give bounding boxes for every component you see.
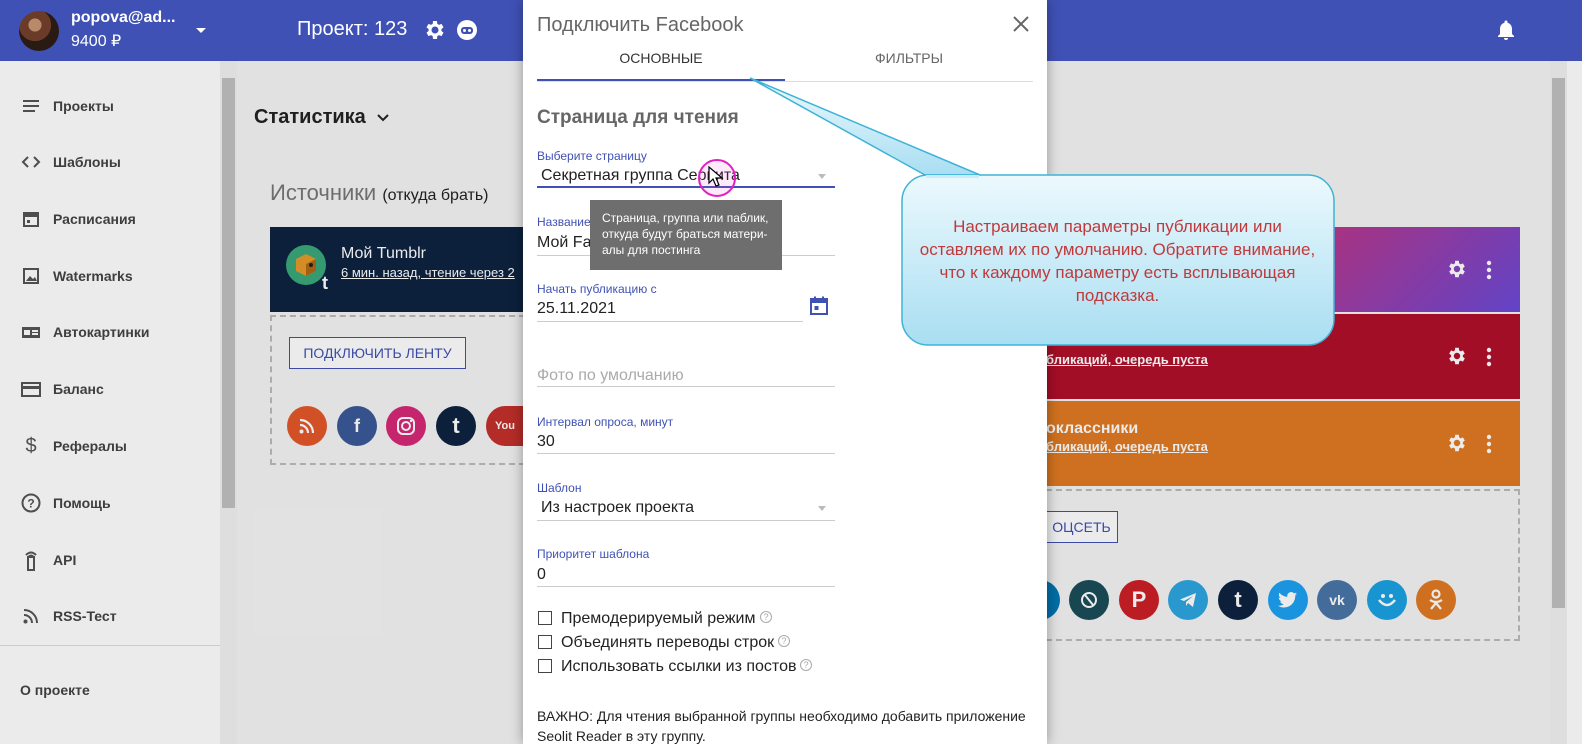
user-balance: 9400 ₽ [71, 33, 122, 50]
callout-text: Настраиваем параметры публикации или ост… [919, 217, 1316, 305]
template-label: Шаблон [537, 481, 582, 495]
chevron-down-icon[interactable] [193, 22, 209, 38]
close-icon[interactable] [1011, 14, 1031, 34]
start-date-field[interactable]: 25.11.2021 [537, 300, 616, 318]
help-icon[interactable]: ? [760, 611, 772, 623]
page-select-label: Выберите страницу [537, 149, 647, 163]
interval-label: Интервал опроса, минут [537, 415, 674, 429]
help-icon[interactable]: ? [800, 659, 812, 671]
priority-field[interactable]: 0 [537, 566, 546, 584]
tab-filters[interactable]: ФИЛЬТРЫ [785, 50, 1033, 66]
start-date-label: Начать публикацию с [537, 282, 657, 296]
interval-field[interactable]: 30 [537, 433, 555, 451]
name-field-label: Название [537, 215, 591, 229]
bell-icon[interactable] [1494, 18, 1518, 42]
priority-label: Приоритет шаблона [537, 547, 650, 561]
merge-lines-label[interactable]: Объединять переводы строк [561, 634, 774, 652]
important-note: ВАЖНО: Для чтения выбранной группы необх… [537, 708, 1026, 744]
template-underline [537, 520, 835, 521]
dialog-title: Подключить Facebook [537, 14, 744, 36]
template-select[interactable]: Из настроек проекта [541, 499, 694, 517]
mouse-cursor-icon [708, 166, 724, 187]
default-photo-field[interactable]: Фото по умолчанию [537, 367, 684, 385]
help-icon[interactable]: ? [778, 635, 790, 647]
bot-icon[interactable] [455, 18, 479, 42]
default-photo-underline [537, 386, 835, 387]
gear-icon[interactable] [423, 18, 447, 42]
use-post-links-checkbox[interactable] [538, 659, 552, 673]
premoderation-label[interactable]: Премодерируемый режим [561, 610, 756, 628]
dropdown-caret-icon[interactable] [818, 506, 826, 511]
interval-underline [537, 453, 835, 454]
use-post-links-label[interactable]: Использовать ссылки из постов [561, 658, 796, 676]
premoderation-checkbox[interactable] [538, 611, 552, 625]
project-title: Проект: 123 [297, 18, 408, 40]
tab-main[interactable]: ОСНОВНЫЕ [537, 50, 785, 66]
user-email: popova@ad... [71, 9, 176, 26]
priority-underline [537, 586, 835, 587]
section-title: Страница для чтения [537, 107, 739, 128]
merge-lines-checkbox[interactable] [538, 635, 552, 649]
avatar[interactable] [19, 11, 59, 51]
